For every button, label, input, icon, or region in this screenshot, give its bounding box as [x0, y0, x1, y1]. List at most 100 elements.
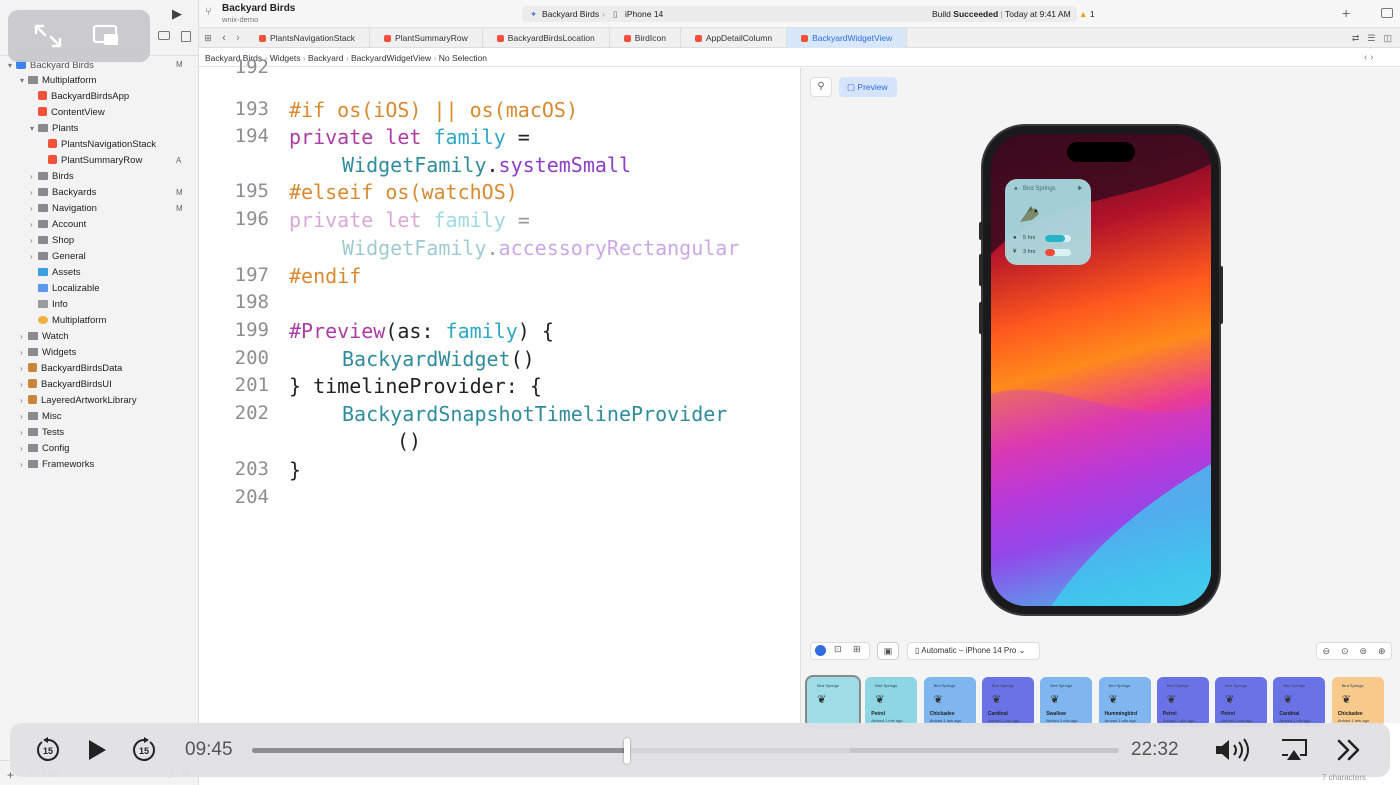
zoom-actual-icon[interactable]: ⊙	[1341, 643, 1349, 659]
editor-tab[interactable]: AppDetailColumn	[681, 28, 788, 48]
zoom-in-icon[interactable]: ⊕	[1378, 643, 1386, 659]
variant-thumbnail[interactable]: Bird Springs ❦ Swallow Arrived 1 min ago	[1040, 677, 1093, 727]
editor-tab[interactable]: PlantSummaryRow	[370, 28, 483, 48]
sidebar-item[interactable]: › Config	[20, 443, 69, 454]
sidebar-item[interactable]: Info	[30, 299, 68, 310]
chevron-right-icon[interactable]: ›	[30, 236, 38, 245]
sidebar-item[interactable]: Multiplatform	[30, 315, 106, 326]
skip-back-15-icon[interactable]: 15	[34, 736, 62, 764]
chevron-right-icon[interactable]: ›	[20, 460, 28, 469]
chevron-right-icon[interactable]: ›	[20, 396, 28, 405]
scheme-device[interactable]: iPhone 14	[625, 6, 663, 22]
sidebar-item[interactable]: BackyardBirdsApp	[30, 91, 129, 102]
breadcrumb-item[interactable]: BackyardWidgetView	[351, 53, 431, 63]
breadcrumb-item[interactable]: No Selection	[439, 53, 487, 63]
breadcrumb-item[interactable]: Backyard	[308, 53, 343, 63]
add-tab-icon[interactable]: +	[1342, 5, 1350, 21]
bird-widget[interactable]: ✦ Bird Springs ✱ ● 5 hrs ¥ 3 hrs	[1005, 179, 1091, 265]
volume-icon[interactable]	[1214, 737, 1254, 763]
sidebar-item[interactable]: › Shop	[30, 235, 74, 246]
editor-tab[interactable]: BackyardWidgetView	[787, 28, 908, 48]
zoom-fit-icon[interactable]: ⊜	[1359, 643, 1367, 659]
scrubber-handle[interactable]	[623, 738, 630, 764]
playback-speed-icon[interactable]	[1336, 738, 1364, 762]
chevron-right-icon[interactable]: ›	[20, 444, 28, 453]
variant-thumbnail[interactable]: Bird Springs ❦ Petrel Arrived 1 min ago	[1156, 677, 1209, 727]
sidebar-item[interactable]: PlantSummaryRow	[40, 155, 142, 166]
picture-in-picture-icon[interactable]	[92, 24, 122, 48]
chevron-right-icon[interactable]: ›	[20, 412, 28, 421]
editor-options-icon[interactable]: ☰	[1367, 28, 1375, 47]
play-icon[interactable]	[86, 738, 108, 762]
sidebar-item[interactable]: › Backyards	[30, 187, 96, 198]
warning-count[interactable]: 1	[1090, 9, 1095, 19]
play-icon[interactable]: ▶	[172, 6, 182, 22]
sidebar-item[interactable]: Localizable	[30, 283, 100, 294]
sidebar-item[interactable]: › BackyardBirdsUI	[20, 379, 112, 390]
editor-tab[interactable]: PlantsNavigationStack	[245, 28, 371, 48]
chevron-right-icon[interactable]: ›	[30, 252, 38, 261]
chevron-right-icon[interactable]: ›	[20, 348, 28, 357]
chevron-right-icon[interactable]: ›	[20, 364, 28, 373]
fullscreen-icon[interactable]	[33, 23, 63, 49]
code-editor[interactable]: 192 193 194 195 196 197 198 199 200 201 202 203 204 #…	[199, 56, 800, 723]
swap-icon[interactable]: ⇄	[1352, 28, 1360, 47]
sidebar-item[interactable]: ContentView	[30, 107, 105, 118]
grid-icon[interactable]: ⊞	[199, 28, 217, 47]
variant-thumbnail[interactable]: Bird Springs ❦ Petrel Arrived 1 min ago	[865, 677, 918, 727]
device-settings-button[interactable]: ▣	[877, 642, 899, 660]
jump-nav-icons[interactable]: ‹ ›	[1364, 52, 1373, 63]
pin-button[interactable]: ⚲	[810, 77, 832, 97]
variant-thumbnail[interactable]: Bird Springs ❦ Chickadee Arrived 1 min ago	[923, 677, 976, 727]
chevron-right-icon[interactable]: ›	[30, 188, 38, 197]
variant-thumbnail[interactable]: Bird Springs ❦ Chickadee Arrived 1 min ago	[1331, 677, 1384, 727]
sidebar-item[interactable]: › Frameworks	[20, 459, 94, 470]
preview-button[interactable]: ▢ Preview	[839, 77, 897, 97]
sidebar-item[interactable]: › Navigation	[30, 203, 97, 214]
chevron-right-icon[interactable]: ›	[20, 380, 28, 389]
nav-forward-icon[interactable]: ›	[231, 28, 245, 47]
editor-tab[interactable]: BackyardBirdsLocation	[483, 28, 610, 48]
sidebar-item[interactable]: › Birds	[30, 171, 74, 182]
variant-thumbnail[interactable]: Bird Springs ❦ Hummingbird Arrived 1 min ag…	[1098, 677, 1151, 727]
chevron-right-icon[interactable]: ›	[20, 428, 28, 437]
sidebar-item[interactable]: ▾ Multiplatform	[20, 75, 96, 86]
chevron-right-icon[interactable]: ›	[30, 204, 38, 213]
nav-back-icon[interactable]: ‹	[217, 28, 231, 47]
variant-thumbnail[interactable]: Bird Springs ❦ Cardinal Arrived 1 min ago	[981, 677, 1034, 727]
skip-forward-15-icon[interactable]: 15	[130, 736, 158, 764]
variant-thumbnail[interactable]: Bird Springs ❦	[807, 677, 859, 727]
chevron-down-icon[interactable]: ▾	[30, 124, 38, 133]
sidebar-item[interactable]: › Tests	[20, 427, 64, 438]
live-mode-icon[interactable]	[815, 645, 826, 656]
sidebar-item[interactable]: Assets	[30, 267, 81, 278]
variants-icon[interactable]: ⊞	[853, 644, 861, 655]
sidebar-item[interactable]: › General	[30, 251, 86, 262]
sidebar-item[interactable]: › Widgets	[20, 347, 76, 358]
selectable-mode-icon[interactable]: ⊡	[834, 644, 842, 655]
inspector-toggle-icon[interactable]	[1381, 8, 1393, 18]
warning-icon[interactable]: ▲	[1079, 9, 1087, 19]
sidebar-item[interactable]: ▾ Plants	[30, 123, 78, 134]
editor-tab[interactable]: BirdIcon	[610, 28, 681, 48]
scrubber-track[interactable]	[252, 738, 1119, 764]
sidebar-item[interactable]: PlantsNavigationStack	[40, 139, 156, 150]
split-editor-icon[interactable]: ◫	[1383, 28, 1392, 47]
sidebar-item[interactable]: › Watch	[20, 331, 69, 342]
chevron-right-icon[interactable]: ›	[30, 220, 38, 229]
device-menu[interactable]: ▯ Automatic – iPhone 14 Pro ⌄	[907, 642, 1040, 660]
variant-thumbnail[interactable]: Bird Springs ❦ Cardinal Arrived 1 min ago	[1273, 677, 1326, 727]
sidebar-item[interactable]: › Misc	[20, 411, 62, 422]
variant-thumbnail[interactable]: Bird Springs ❦ Petrel Arrived 1 min ago	[1215, 677, 1268, 727]
scheme-target[interactable]: Backyard Birds	[542, 6, 599, 22]
chevron-right-icon[interactable]: ›	[30, 172, 38, 181]
breadcrumb-item[interactable]: Widgets	[270, 53, 301, 63]
sidebar-item[interactable]: › Account	[30, 219, 86, 230]
chevron-down-icon[interactable]: ▾	[20, 76, 28, 85]
chevron-right-icon[interactable]: ›	[20, 332, 28, 341]
inspector-icon[interactable]	[181, 31, 191, 42]
sidebar-item[interactable]: › BackyardBirdsData	[20, 363, 122, 374]
zoom-out-icon[interactable]: ⊖	[1322, 643, 1330, 659]
airplay-icon[interactable]	[1279, 737, 1309, 763]
sidebar-item[interactable]: › LayeredArtworkLibrary	[20, 395, 137, 406]
